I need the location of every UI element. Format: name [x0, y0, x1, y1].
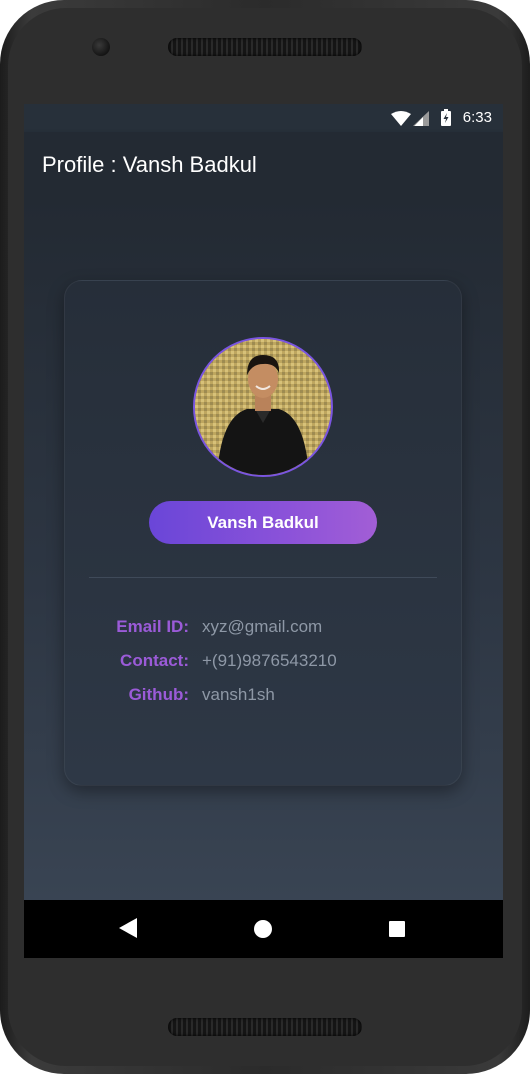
email-value[interactable]: xyz@gmail.com [202, 617, 322, 637]
device-screen: 6:33 Profile : Vansh Badkul Vansh Badkul… [24, 104, 503, 958]
contact-row: Contact: +(91)9876543210 [65, 651, 461, 675]
github-row: Github: vansh1sh [65, 685, 461, 709]
front-camera [92, 38, 110, 56]
page-title: Profile : Vansh Badkul [42, 152, 257, 177]
phone-frame: 6:33 Profile : Vansh Badkul Vansh Badkul… [0, 0, 530, 1074]
github-label: Github: [128, 685, 189, 704]
signal-icon [413, 111, 429, 126]
status-time: 6:33 [462, 109, 492, 126]
main-content[interactable]: Vansh Badkul Email ID: xyz@gmail.com Con… [24, 198, 503, 900]
recent-apps-icon[interactable] [389, 921, 405, 937]
top-speaker-grille [168, 38, 362, 56]
home-icon[interactable] [253, 919, 273, 939]
avatar[interactable] [193, 337, 333, 477]
divider [89, 577, 437, 578]
bottom-speaker-grille [168, 1018, 362, 1036]
github-value[interactable]: vansh1sh [202, 685, 275, 705]
navigation-bar [24, 900, 503, 958]
email-row: Email ID: xyz@gmail.com [65, 617, 461, 641]
email-label: Email ID: [116, 617, 189, 636]
contact-value[interactable]: +(91)9876543210 [202, 651, 337, 671]
profile-photo-image [195, 339, 331, 475]
battery-charging-icon [441, 109, 451, 126]
profile-card: Vansh Badkul Email ID: xyz@gmail.com Con… [64, 280, 462, 786]
app-bar: Profile : Vansh Badkul [24, 132, 503, 198]
back-icon[interactable] [119, 918, 137, 938]
wifi-icon [391, 111, 411, 126]
contact-label: Contact: [120, 651, 189, 670]
profile-name-button[interactable]: Vansh Badkul [149, 501, 377, 544]
status-bar: 6:33 [24, 104, 503, 132]
